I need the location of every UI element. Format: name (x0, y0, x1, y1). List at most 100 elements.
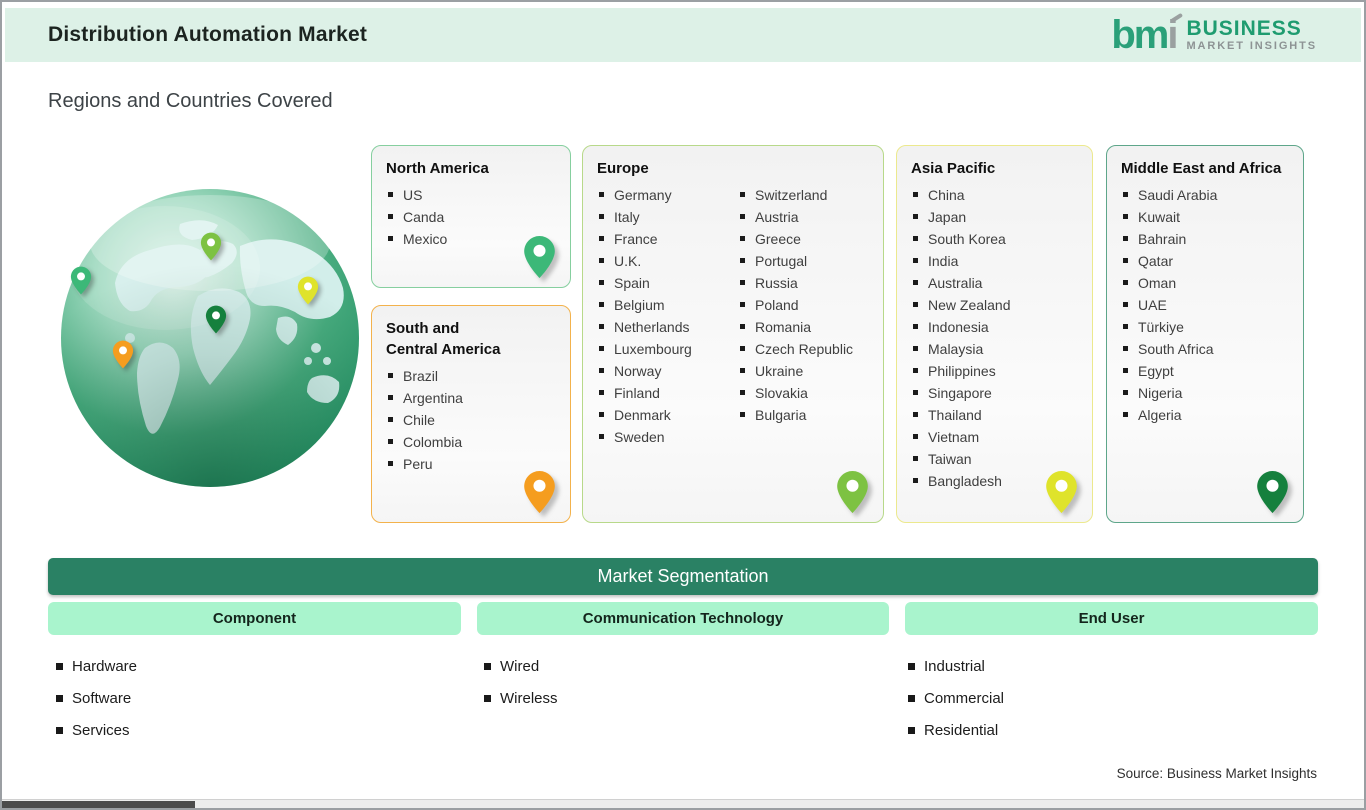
segment-item: Hardware (56, 650, 137, 682)
logo-line-market-insights: MARKET INSIGHTS (1186, 40, 1317, 53)
region-card-south-central-america: South and Central America Brazil Argentin… (371, 305, 571, 523)
header-bar: Distribution Automation Market bmi BUSIN… (5, 8, 1361, 62)
source-note: Source: Business Market Insights (1116, 766, 1317, 781)
country-item: Spain (599, 272, 734, 294)
country-item: US (388, 184, 562, 206)
country-item: Singapore (913, 382, 1084, 404)
brand-logo: bmi BUSINESS MARKET INSIGHTS (1111, 12, 1317, 55)
country-item: Canda (388, 206, 562, 228)
country-item: Argentina (388, 387, 562, 409)
country-item: Türkiye (1123, 316, 1295, 338)
region-card-europe: Europe Germany Italy France U.K. Spain Belgiu… (582, 145, 884, 523)
segment-item: Software (56, 682, 137, 714)
logo-mark-bm: bm (1111, 13, 1169, 57)
country-item: Saudi Arabia (1123, 184, 1295, 206)
country-item: U.K. (599, 250, 734, 272)
map-pin-icon (524, 470, 555, 514)
segment-item: Wired (484, 650, 558, 682)
country-item: Luxembourg (599, 338, 734, 360)
globe-illustration (60, 188, 360, 488)
segment-header-communication-technology: Communication Technology (477, 602, 889, 635)
logo-text: BUSINESS MARKET INSIGHTS (1186, 16, 1317, 53)
region-title: Middle East and Africa (1121, 160, 1282, 177)
country-item: Philippines (913, 360, 1084, 382)
country-item: Taiwan (913, 448, 1084, 470)
country-item: Norway (599, 360, 734, 382)
country-item: Finland (599, 382, 734, 404)
map-pin-icon-middle-east (205, 305, 227, 334)
map-pin-icon-asia-pacific (297, 276, 319, 305)
segment-header-component: Component (48, 602, 461, 635)
country-item: Japan (913, 206, 1084, 228)
map-pin-icon (1257, 470, 1288, 514)
map-pin-icon-north-america (70, 266, 92, 295)
horizontal-scrollbar[interactable] (2, 799, 1364, 808)
country-item: Austria (740, 206, 875, 228)
country-item: Nigeria (1123, 382, 1295, 404)
country-item: China (913, 184, 1084, 206)
country-item: Sweden (599, 426, 734, 448)
country-item: Italy (599, 206, 734, 228)
segment-item: Commercial (908, 682, 1004, 714)
region-title: North America (386, 160, 489, 177)
country-item: Oman (1123, 272, 1295, 294)
region-title: South and Central America (386, 320, 501, 358)
country-item: Vietnam (913, 426, 1084, 448)
map-pin-icon-south-america (112, 340, 134, 369)
country-item: Belgium (599, 294, 734, 316)
bmi-logo-icon: bmi (1111, 12, 1184, 55)
country-item: France (599, 228, 734, 250)
scrollbar-thumb[interactable] (2, 801, 195, 808)
country-item: Russia (740, 272, 875, 294)
country-list: Saudi Arabia Kuwait Bahrain Qatar Oman UAE Tür… (1107, 184, 1303, 426)
country-item: Germany (599, 184, 734, 206)
region-card-north-america: North America US Canda Mexico (371, 145, 571, 288)
country-item: Indonesia (913, 316, 1084, 338)
map-pin-icon (1046, 470, 1077, 514)
country-item: Denmark (599, 404, 734, 426)
section-title: Regions and Countries Covered (48, 90, 333, 112)
segment-list-communication-technology: Wired Wireless (484, 650, 558, 714)
segment-header-end-user: End User (905, 602, 1318, 635)
country-item: Egypt (1123, 360, 1295, 382)
market-segmentation-banner: Market Segmentation (48, 558, 1318, 595)
country-item: Greece (740, 228, 875, 250)
country-item: New Zealand (913, 294, 1084, 316)
segment-header-label: Component (212, 610, 297, 627)
segment-header-label: Communication Technology (582, 610, 784, 627)
country-list: Germany Italy France U.K. Spain Belgium Nether… (583, 184, 883, 448)
map-pin-icon (524, 235, 555, 279)
country-item: Kuwait (1123, 206, 1295, 228)
map-pin-icon (837, 470, 868, 514)
country-item: Switzerland (740, 184, 875, 206)
region-card-middle-east-africa: Middle East and Africa Saudi Arabia Kuwai… (1106, 145, 1304, 523)
country-item: Bahrain (1123, 228, 1295, 250)
country-item: Romania (740, 316, 875, 338)
country-item: Brazil (388, 365, 562, 387)
segment-item: Residential (908, 714, 1004, 746)
country-item: India (913, 250, 1084, 272)
market-segmentation-title: Market Segmentation (597, 566, 769, 586)
country-item: Portugal (740, 250, 875, 272)
country-item: Qatar (1123, 250, 1295, 272)
segment-list-component: Hardware Software Services (56, 650, 137, 746)
segment-item: Services (56, 714, 137, 746)
country-list: China Japan South Korea India Australia New Z… (897, 184, 1092, 492)
country-item: Thailand (913, 404, 1084, 426)
country-item: Colombia (388, 431, 562, 453)
region-title: Europe (597, 160, 649, 177)
map-pin-icon-europe (200, 232, 222, 261)
region-card-asia-pacific: Asia Pacific China Japan South Korea India A… (896, 145, 1093, 523)
country-item: Slovakia (740, 382, 875, 404)
country-item: Czech Republic (740, 338, 875, 360)
country-item: UAE (1123, 294, 1295, 316)
country-item: Bulgaria (740, 404, 875, 426)
logo-line-business: BUSINESS (1186, 16, 1302, 40)
page-title: Distribution Automation Market (48, 23, 368, 46)
segment-list-end-user: Industrial Commercial Residential (908, 650, 1004, 746)
country-item: Netherlands (599, 316, 734, 338)
country-item: Ukraine (740, 360, 875, 382)
country-item: Malaysia (913, 338, 1084, 360)
country-item: Chile (388, 409, 562, 431)
country-item: Australia (913, 272, 1084, 294)
